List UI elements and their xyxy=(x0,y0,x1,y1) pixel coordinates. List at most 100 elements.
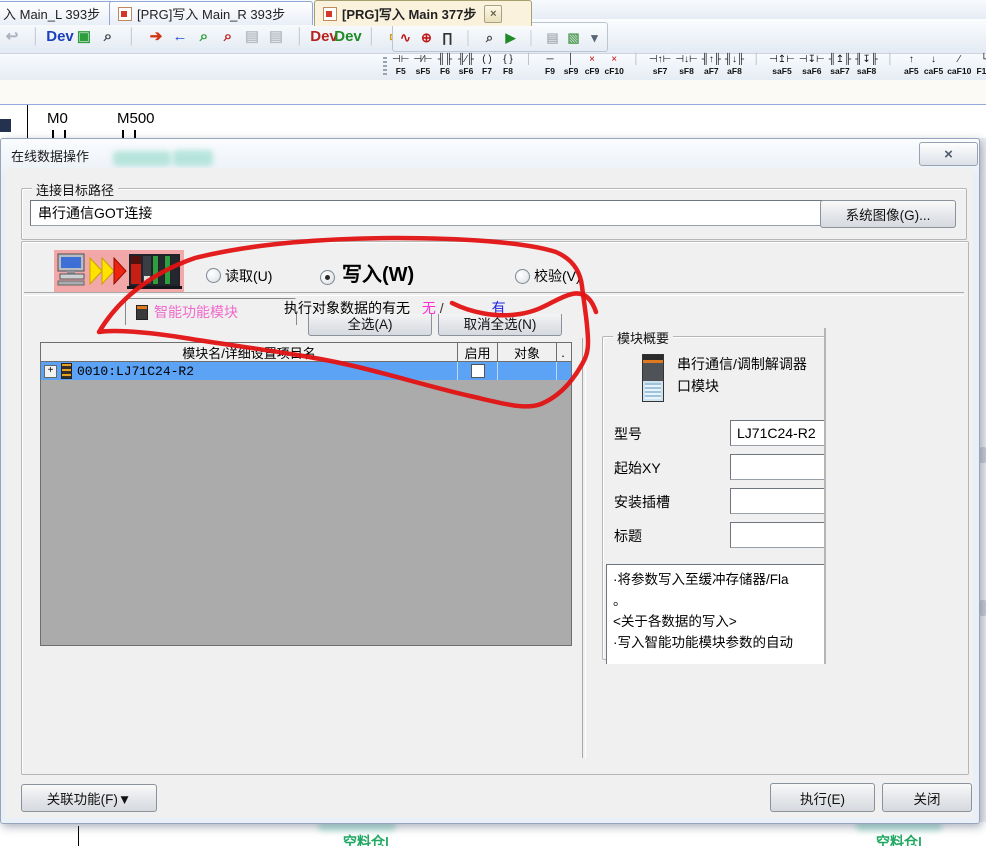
online-data-operation-dialog: 在线数据操作 × 连接目标路径 串行通信GOT连接 系统图像(G)... xyxy=(0,138,980,824)
tab-close-button[interactable]: × xyxy=(484,5,502,23)
connection-path-field[interactable]: 串行通信GOT连接 xyxy=(30,200,826,226)
tab-intelligent-function-module[interactable]: 智能功能模块 xyxy=(125,298,297,325)
toolbar-icon[interactable]: ∏ xyxy=(437,26,458,48)
tab-main-r[interactable]: [PRG]写入 Main_R 393步 xyxy=(109,1,313,25)
toolbar-icon[interactable]: ⌕ xyxy=(96,24,120,48)
fkey-button[interactable]: ⊣↓⊢ sF8 xyxy=(673,54,699,76)
expand-icon[interactable]: + xyxy=(44,365,57,378)
toolbar-icon[interactable]: ↩ xyxy=(0,24,24,48)
col-enable[interactable]: 启用 xyxy=(458,343,498,361)
aero-glass-artifact xyxy=(173,150,213,166)
fkey-button[interactable]: ╢↑╟ aF7 xyxy=(700,54,723,76)
toolbar-icon[interactable]: ∿ xyxy=(395,26,416,48)
toolbar-icon[interactable]: ▤ xyxy=(240,24,264,48)
fkey-button[interactable]: ╢∕╟ sF6 xyxy=(456,54,477,76)
ladder-partial-element xyxy=(0,119,11,132)
toolbar-icon[interactable]: Dev xyxy=(312,24,336,48)
connection-path-group: 连接目标路径 串行通信GOT连接 系统图像(G)... xyxy=(21,188,967,240)
toolbar-icon[interactable]: ➔ xyxy=(144,24,168,48)
legend-none: 无 xyxy=(422,300,436,316)
fkey-button[interactable]: ( ) F7 xyxy=(477,54,498,76)
field-label: 型号 xyxy=(614,424,642,444)
fkey-button[interactable]: ⊣⊢ F5 xyxy=(390,54,411,76)
contact-bar xyxy=(122,130,124,138)
toolbar-icon[interactable]: Dev xyxy=(336,24,360,48)
toolbar-icon[interactable]: ▶ xyxy=(500,26,521,48)
toolbar-icon[interactable]: │ xyxy=(458,26,479,48)
separator-line xyxy=(24,292,964,296)
ladder-editor[interactable]: M0 M500 xyxy=(0,105,986,138)
fkey-button[interactable]: ⊣∕⊢ sF5 xyxy=(411,54,434,76)
section-divider xyxy=(582,338,586,758)
dialog-close-icon[interactable]: × xyxy=(919,142,978,166)
toolbar-icon[interactable]: │ xyxy=(24,24,48,48)
fkey-button[interactable]: ↓ caF5 xyxy=(922,54,945,76)
field-value[interactable] xyxy=(730,522,826,548)
fkey-button[interactable]: × cF10 xyxy=(603,54,626,76)
fkey-button[interactable]: ╢╟ F6 xyxy=(435,54,456,76)
field-value[interactable] xyxy=(730,454,826,480)
write-info-box[interactable]: ·将参数写入至缓冲存储器/Fla。<关于各数据的写入>·写入智能功能模块参数的自… xyxy=(606,564,826,664)
close-button[interactable]: 关闭 xyxy=(882,783,972,812)
fkey-button[interactable]: ╢↓╟ aF8 xyxy=(723,54,746,76)
fkey-button[interactable]: └ F10 xyxy=(973,54,986,76)
fkey-button[interactable]: │ xyxy=(880,54,901,76)
toolbar-icon[interactable]: ▣ xyxy=(72,24,96,48)
radio-write[interactable] xyxy=(320,270,335,285)
toolbar-icon[interactable]: ⌕ xyxy=(479,26,500,48)
fkey-button[interactable]: ∕ caF10 xyxy=(945,54,973,76)
table-row[interactable]: + 0010:LJ71C24-R2 xyxy=(41,362,571,380)
radio-read[interactable] xyxy=(206,268,221,283)
module-table: 模块名/详细设置项目名 启用 对象 . + 0010:LJ71C24-R2 xyxy=(40,342,572,646)
contact-bar xyxy=(64,130,66,138)
fkey-button[interactable]: │ xyxy=(746,54,767,76)
field-value[interactable] xyxy=(730,488,826,514)
ladder-comment: 空料仓| xyxy=(343,832,389,846)
execute-button[interactable]: 执行(E) xyxy=(770,783,875,812)
toolbar-icon[interactable]: ← xyxy=(168,24,192,48)
fkey-button[interactable]: × cF9 xyxy=(582,54,603,76)
toolbar-icon[interactable]: ▤ xyxy=(542,26,563,48)
fkey-button[interactable]: │ sF9 xyxy=(561,54,582,76)
fkey-button[interactable]: │ xyxy=(519,54,540,76)
related-functions-button[interactable]: 关联功能(F)▼ xyxy=(21,784,157,812)
tab-main-active[interactable]: [PRG]写入 Main 377步 × xyxy=(314,0,532,26)
toolbar-icon[interactable]: │ xyxy=(360,24,384,48)
toolbar-icon[interactable]: ⊕ xyxy=(416,26,437,48)
fkey-button[interactable]: ╢↥╟ saF7 xyxy=(827,54,854,76)
toolbar-icon[interactable]: ⌕ xyxy=(216,24,240,48)
fkey-button[interactable]: ╢↧╟ saF8 xyxy=(853,54,880,76)
clip-edge xyxy=(824,328,826,664)
fkey-button[interactable]: { } F8 xyxy=(498,54,519,76)
fkey-button[interactable]: ─ F9 xyxy=(540,54,561,76)
tab-main-l[interactable]: 入 Main_L 393步 xyxy=(0,1,120,25)
toolbar-icon[interactable]: ⌕ xyxy=(192,24,216,48)
toolbar-icon[interactable]: │ xyxy=(288,24,312,48)
toolbar-icon[interactable]: ▾ xyxy=(584,26,605,48)
aero-glass-artifact xyxy=(113,151,171,166)
toolbar-icon[interactable]: ▧ xyxy=(563,26,584,48)
ladder-power-rail xyxy=(27,105,28,138)
group-label: 连接目标路径 xyxy=(32,180,118,199)
system-image-button[interactable]: 系统图像(G)... xyxy=(820,200,956,228)
fkey-button[interactable]: ⊣↑⊢ sF7 xyxy=(647,54,673,76)
field-value[interactable]: LJ71C24-R2 xyxy=(730,420,826,446)
toolbar-icon[interactable]: Dev xyxy=(48,24,72,48)
field-label: 安装插槽 xyxy=(614,492,670,512)
enable-checkbox[interactable] xyxy=(471,364,485,378)
scrollbar-thumb[interactable] xyxy=(980,600,986,616)
col-module-name[interactable]: 模块名/详细设置项目名 xyxy=(41,343,458,361)
col-target[interactable]: 对象 xyxy=(498,343,557,361)
fkey-button[interactable]: ⊣↧⊢ saF6 xyxy=(797,54,827,76)
fkey-button[interactable]: │ xyxy=(626,54,647,76)
pc-to-plc-graphic xyxy=(54,250,184,292)
toolbar-icon[interactable]: │ xyxy=(120,24,144,48)
scrollbar-thumb[interactable] xyxy=(980,447,986,463)
toolbar-icon[interactable]: │ xyxy=(521,26,542,48)
fkey-button[interactable]: ↑ aF5 xyxy=(901,54,922,76)
toolbar-grip[interactable] xyxy=(383,57,387,77)
toolbar-icon[interactable]: ▤ xyxy=(264,24,288,48)
radio-verify[interactable] xyxy=(515,269,530,284)
fkey-button[interactable]: ⊣↥⊢ saF5 xyxy=(767,54,797,76)
col-more[interactable]: . xyxy=(557,343,569,361)
